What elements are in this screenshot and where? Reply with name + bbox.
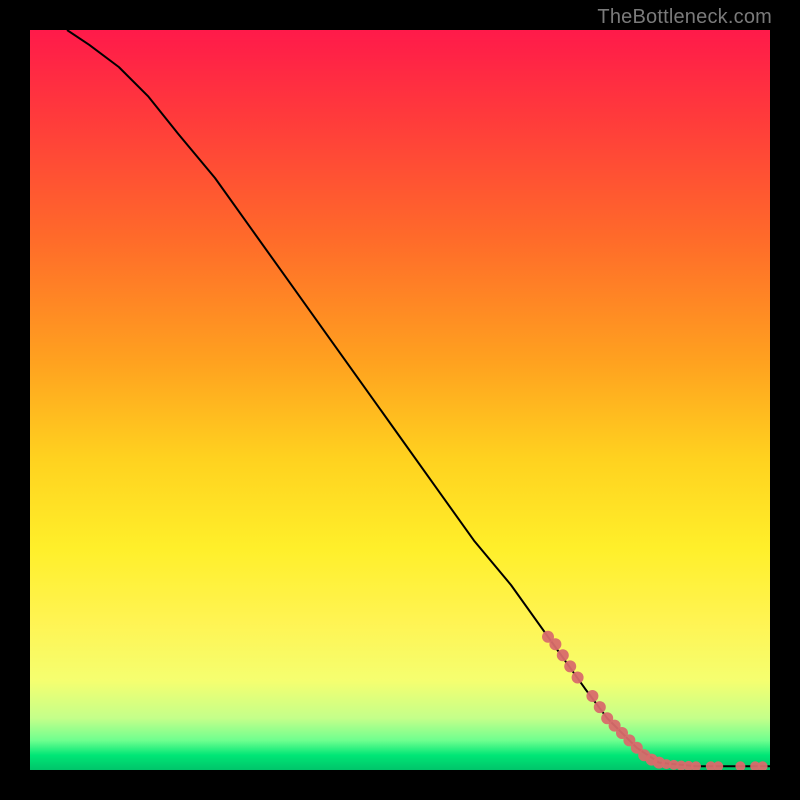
data-point <box>564 660 576 672</box>
data-point <box>586 690 598 702</box>
data-point <box>549 638 561 650</box>
data-point <box>572 672 584 684</box>
data-point <box>594 701 606 713</box>
plot-area <box>30 30 770 770</box>
chart-svg <box>30 30 770 770</box>
data-point <box>713 761 723 770</box>
chart-frame: TheBottleneck.com <box>0 0 800 800</box>
curve-line <box>67 30 770 766</box>
data-point <box>557 649 569 661</box>
watermark-text: TheBottleneck.com <box>597 6 772 29</box>
data-point <box>758 761 768 770</box>
data-point <box>691 761 701 770</box>
data-point <box>735 761 745 770</box>
